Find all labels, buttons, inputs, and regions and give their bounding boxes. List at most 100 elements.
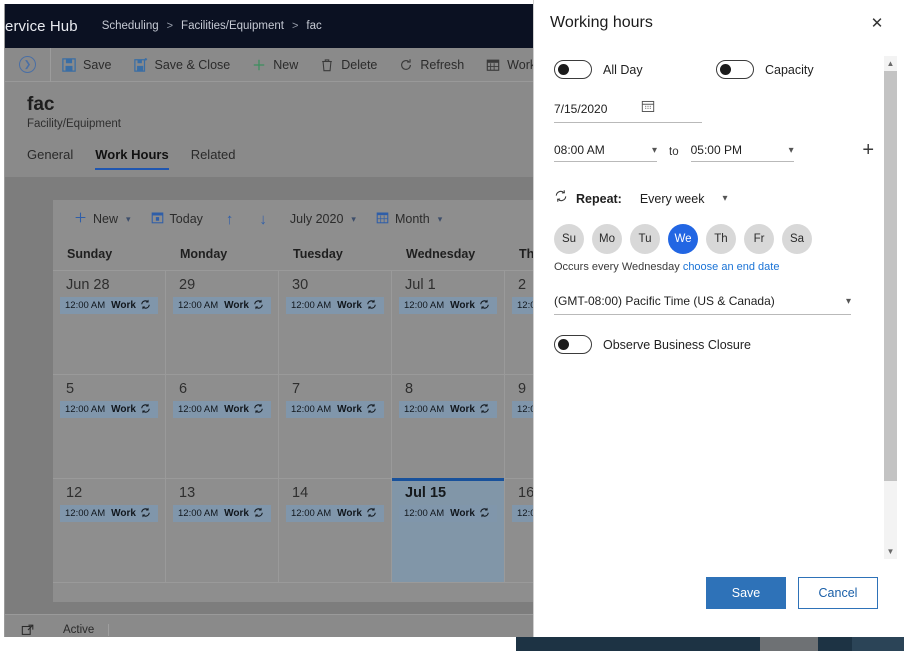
day-number: 30 — [292, 277, 309, 293]
calendar-event[interactable]: 12:00 AM Work — [60, 401, 158, 418]
calendar-day-cell[interactable]: 29 12:00 AM Work — [166, 271, 279, 374]
breadcrumb-item-scheduling[interactable]: Scheduling — [102, 20, 159, 32]
calendar-prev-button[interactable]: ↑ — [214, 211, 246, 228]
day-number: Jul 1 — [405, 277, 436, 293]
save-button[interactable]: Save — [51, 48, 123, 82]
recurrence-icon — [479, 299, 490, 313]
event-name: Work — [450, 508, 475, 519]
calendar-view-label: Month — [394, 212, 430, 226]
event-time: 12:00 AM — [178, 300, 219, 311]
capacity-label: Capacity — [765, 62, 814, 77]
close-icon[interactable]: ✕ — [864, 10, 890, 36]
calendar-day-cell[interactable]: 12 12:00 AM Work — [53, 479, 166, 582]
calendar-today-button[interactable]: Today — [142, 207, 212, 231]
choose-end-date-link[interactable]: choose an end date — [683, 261, 780, 273]
tab-related[interactable]: Related — [191, 147, 236, 170]
calendar-day-cell[interactable]: 14 12:00 AM Work — [279, 479, 392, 582]
calendar-event[interactable]: 12:00 AM Work — [286, 401, 384, 418]
calendar-new-button[interactable]: New ▾ — [65, 207, 140, 231]
repeat-day-su[interactable]: Su — [554, 224, 584, 254]
time-range-row: 08:00 AM ▾ to 05:00 PM ▾ + — [554, 140, 874, 162]
calendar-next-button[interactable]: ↓ — [247, 211, 279, 228]
calendar-day-cell[interactable]: 5 12:00 AM Work — [53, 375, 166, 478]
calendar-day-cell-today[interactable]: Jul 15 12:00 AM Work — [392, 478, 505, 582]
plus-icon — [74, 211, 87, 227]
toggle-switch-icon — [716, 60, 754, 79]
timezone-field[interactable]: (GMT-08:00) Pacific Time (US & Canada) ▾ — [554, 294, 851, 315]
taskbar-tray[interactable] — [852, 637, 904, 651]
delete-button[interactable]: Delete — [309, 48, 388, 82]
repeat-day-sa[interactable]: Sa — [782, 224, 812, 254]
new-button[interactable]: New — [241, 48, 309, 82]
observe-business-closure-toggle[interactable]: Observe Business Closure — [554, 335, 874, 354]
repeat-day-tu[interactable]: Tu — [630, 224, 660, 254]
capacity-toggle[interactable]: Capacity — [716, 60, 814, 79]
occurrence-text: Occurs every Wednesday — [554, 261, 680, 273]
repeat-day-mo[interactable]: Mo — [592, 224, 622, 254]
day-number: 7 — [292, 381, 301, 397]
toggle-switch-icon — [554, 335, 592, 354]
calendar-view-selector[interactable]: Month ▾ — [367, 207, 451, 231]
save-icon — [62, 57, 76, 72]
calendar-icon[interactable] — [641, 99, 655, 118]
refresh-icon — [399, 58, 413, 72]
event-name: Work — [450, 300, 475, 311]
chevron-down-icon: ▾ — [845, 295, 851, 307]
calendar-period-selector[interactable]: July 2020 ▾ — [281, 208, 365, 230]
chevron-down-icon[interactable]: ▾ — [722, 193, 727, 204]
start-time-field[interactable]: 08:00 AM ▾ — [554, 143, 657, 162]
app-brand: ervice Hub — [5, 17, 78, 35]
repeat-value[interactable]: Every week — [640, 192, 705, 206]
cancel-button[interactable]: Cancel — [798, 577, 878, 609]
day-header-tuesday: Tuesday — [293, 247, 343, 261]
add-time-range-button[interactable]: + — [862, 140, 874, 160]
date-field[interactable]: 7/15/2020 — [554, 99, 702, 123]
repeat-day-fr[interactable]: Fr — [744, 224, 774, 254]
calendar-event[interactable]: 12:00 AM Work — [173, 401, 271, 418]
to-label: to — [669, 146, 679, 158]
observe-business-closure-label: Observe Business Closure — [603, 337, 751, 352]
calendar-day-cell[interactable]: Jun 28 12:00 AM Work — [53, 271, 166, 374]
calendar-event[interactable]: 12:00 AM Work — [399, 505, 497, 522]
repeat-day-th[interactable]: Th — [706, 224, 736, 254]
calendar-event[interactable]: 12:00 AM Work — [173, 297, 271, 314]
calendar-event[interactable]: 12:00 AM Work — [286, 505, 384, 522]
calendar-event[interactable]: 12:00 AM Work — [173, 505, 271, 522]
calendar-event[interactable]: 12:00 AM Work — [60, 297, 158, 314]
event-time: 12:00 AM — [178, 508, 219, 519]
calendar-day-cell[interactable]: 13 12:00 AM Work — [166, 479, 279, 582]
save-and-close-button[interactable]: Save & Close — [123, 48, 242, 82]
event-name: Work — [111, 508, 136, 519]
breadcrumb-item-facilities[interactable]: Facilities/Equipment — [181, 20, 284, 32]
tab-general[interactable]: General — [27, 147, 73, 170]
breadcrumb-separator-icon: > — [291, 20, 299, 32]
day-header-monday: Monday — [180, 247, 228, 261]
calendar-day-cell[interactable]: 8 12:00 AM Work — [392, 375, 505, 478]
calendar-day-cell[interactable]: 6 12:00 AM Work — [166, 375, 279, 478]
expand-panel-button[interactable]: ❯ — [5, 47, 51, 82]
scroll-down-icon[interactable]: ▼ — [884, 544, 897, 559]
tab-work-hours[interactable]: Work Hours — [95, 147, 169, 170]
save-button[interactable]: Save — [706, 577, 786, 609]
breadcrumb-item-fac[interactable]: fac — [306, 20, 321, 32]
new-label: New — [273, 57, 299, 72]
calendar-event[interactable]: 12:00 AM Work — [399, 297, 497, 314]
scrollbar-thumb[interactable] — [884, 71, 897, 481]
calendar-event[interactable]: 12:00 AM Work — [286, 297, 384, 314]
event-name: Work — [337, 508, 362, 519]
calendar-event[interactable]: 12:00 AM Work — [399, 401, 497, 418]
refresh-button[interactable]: Refresh — [388, 48, 475, 82]
calendar-day-cell[interactable]: 30 12:00 AM Work — [279, 271, 392, 374]
repeat-day-we[interactable]: We — [668, 224, 698, 254]
calendar-day-cell[interactable]: 7 12:00 AM Work — [279, 375, 392, 478]
event-time: 12:00 AM — [404, 300, 445, 311]
calendar-event[interactable]: 12:00 AM Work — [60, 505, 158, 522]
taskbar-item[interactable] — [760, 637, 818, 651]
scroll-up-icon[interactable]: ▲ — [884, 56, 897, 71]
end-time-field[interactable]: 05:00 PM ▾ — [690, 143, 794, 162]
calendar-day-cell[interactable]: Jul 1 12:00 AM Work — [392, 271, 505, 374]
chevron-down-icon: ▾ — [788, 144, 794, 156]
open-record-icon[interactable] — [5, 623, 51, 637]
dialog-scrollbar[interactable]: ▲ ▼ — [884, 56, 897, 559]
all-day-toggle[interactable]: All Day — [554, 60, 716, 79]
